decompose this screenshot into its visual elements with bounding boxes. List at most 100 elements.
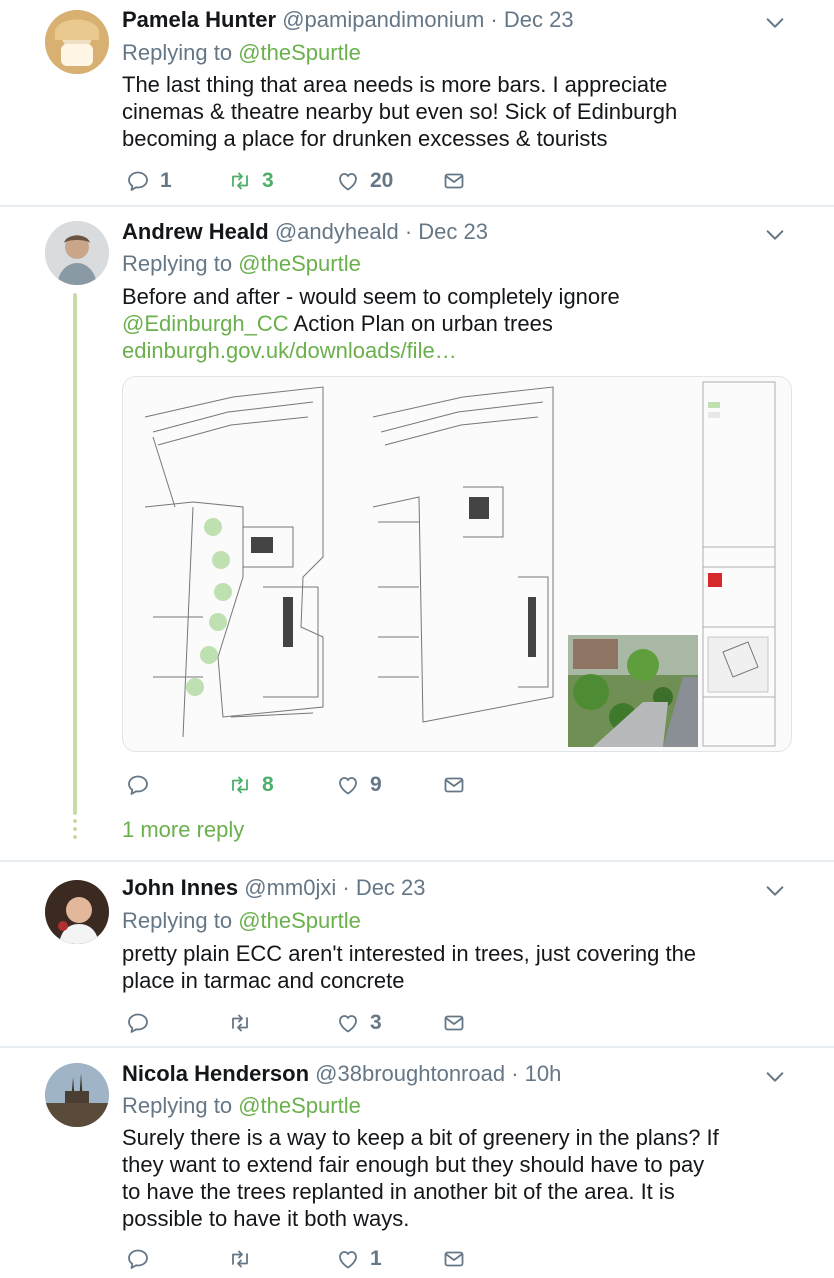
tweet-text: pretty plain ECC aren't interested in tr… xyxy=(122,940,802,994)
reply-button[interactable] xyxy=(126,1244,160,1274)
tweet-text-line: @Edinburgh_CC Action Plan on urban trees xyxy=(122,310,802,337)
chevron-down-icon[interactable] xyxy=(764,880,786,902)
tweet-text: The last thing that area needs is more b… xyxy=(122,71,802,152)
replying-prefix: Replying to xyxy=(122,251,233,276)
tweet-text-line: to have the trees replanted in another b… xyxy=(122,1179,675,1204)
envelope-icon xyxy=(442,169,466,193)
envelope-icon xyxy=(442,773,466,797)
author-handle[interactable]: @andyheald xyxy=(275,219,399,244)
chevron-down-icon[interactable] xyxy=(764,1066,786,1088)
reply-button[interactable] xyxy=(126,1008,160,1038)
tweet-text-line: The last thing that area needs is more b… xyxy=(122,72,668,97)
avatar[interactable] xyxy=(45,10,109,74)
like-button[interactable]: 20 xyxy=(336,166,393,196)
avatar[interactable] xyxy=(45,221,109,285)
tweet-actions: 3 xyxy=(122,1008,522,1038)
tweet-date[interactable]: · 10h xyxy=(511,1061,561,1086)
like-count: 1 xyxy=(370,1247,382,1270)
retweet-button[interactable] xyxy=(228,1244,262,1274)
author-name[interactable]: Nicola Henderson xyxy=(122,1061,309,1086)
author-name[interactable]: John Innes xyxy=(122,875,238,900)
heart-icon xyxy=(336,169,360,193)
like-button[interactable]: 1 xyxy=(336,1244,382,1274)
envelope-icon xyxy=(442,1011,466,1035)
envelope-icon xyxy=(442,1247,466,1271)
dm-button[interactable] xyxy=(442,770,476,800)
retweet-icon xyxy=(228,773,252,797)
tweet-text-line: possible to have it both ways. xyxy=(122,1206,410,1231)
retweet-icon xyxy=(228,169,252,193)
reply-mention-link[interactable]: @theSpurtle xyxy=(238,908,361,933)
retweet-button[interactable] xyxy=(228,1008,262,1038)
tweet-date[interactable]: · Dec 23 xyxy=(405,219,488,244)
like-count: 20 xyxy=(370,169,394,192)
site-plan-image xyxy=(123,377,791,751)
like-count: 3 xyxy=(370,1011,382,1034)
tweet-nicola-henderson[interactable]: Nicola Henderson @38broughtonroad · 10h … xyxy=(0,1048,834,1278)
heart-icon xyxy=(336,1247,360,1271)
reply-mention-link[interactable]: @theSpurtle xyxy=(238,1093,361,1118)
retweet-icon xyxy=(228,1011,252,1035)
tweet-actions: 1 xyxy=(122,1244,522,1274)
tweet-text-line: becoming a place for drunken excesses & … xyxy=(122,126,608,151)
author-handle[interactable]: @pamipandimonium xyxy=(282,7,484,32)
reply-icon xyxy=(126,1247,150,1271)
replying-prefix: Replying to xyxy=(122,908,233,933)
like-button[interactable]: 9 xyxy=(336,770,382,800)
tweet-andrew-heald[interactable]: Andrew Heald @andyheald · Dec 23 Replyin… xyxy=(0,207,834,860)
retweet-button[interactable]: 3 xyxy=(228,166,274,196)
tweet-text-line: Surely there is a way to keep a bit of g… xyxy=(122,1125,719,1150)
like-button[interactable]: 3 xyxy=(336,1008,382,1038)
replying-to: Replying to @theSpurtle xyxy=(122,250,361,278)
tweet-text-line: Before and after - would seem to complet… xyxy=(122,284,620,309)
dm-button[interactable] xyxy=(442,1244,476,1274)
tweet-john-innes[interactable]: John Innes @mm0jxi · Dec 23 Replying to … xyxy=(0,862,834,1046)
reply-icon xyxy=(126,773,150,797)
attached-image[interactable] xyxy=(122,376,792,752)
street-photo xyxy=(568,635,698,747)
reply-icon xyxy=(126,169,150,193)
tweet-text-line: they want to extend fair enough but they… xyxy=(122,1152,705,1177)
tweet-actions: 1 3 20 xyxy=(122,166,522,196)
show-more-replies-link[interactable]: 1 more reply xyxy=(122,817,244,843)
tweet-date[interactable]: · Dec 23 xyxy=(490,7,573,32)
reply-mention-link[interactable]: @theSpurtle xyxy=(238,40,361,65)
replying-prefix: Replying to xyxy=(122,1093,233,1118)
tweet-text: Surely there is a way to keep a bit of g… xyxy=(122,1124,802,1232)
dm-button[interactable] xyxy=(442,166,476,196)
reply-count: 1 xyxy=(160,169,172,192)
reply-button[interactable]: 1 xyxy=(126,166,172,196)
author-name[interactable]: Pamela Hunter xyxy=(122,7,276,32)
mention-link[interactable]: @Edinburgh_CC xyxy=(122,311,289,336)
tweet-date[interactable]: · Dec 23 xyxy=(342,875,425,900)
retweet-count: 8 xyxy=(262,773,274,796)
retweet-button[interactable]: 8 xyxy=(228,770,274,800)
reply-button[interactable] xyxy=(126,770,160,800)
tweet-text-fragment: Action Plan on urban trees xyxy=(288,311,553,336)
avatar[interactable] xyxy=(45,1063,109,1127)
avatar[interactable] xyxy=(45,880,109,944)
author-handle[interactable]: @mm0jxi xyxy=(244,875,336,900)
chevron-down-icon[interactable] xyxy=(764,224,786,246)
tweet-text-line: pretty plain ECC aren't interested in tr… xyxy=(122,941,697,966)
tweet-pamela-hunter[interactable]: Pamela Hunter @pamipandimonium · Dec 23 … xyxy=(0,0,834,205)
replying-to: Replying to @theSpurtle xyxy=(122,907,361,935)
replying-prefix: Replying to xyxy=(122,40,233,65)
tweet-text: Before and after - would seem to complet… xyxy=(122,283,802,364)
author-name[interactable]: Andrew Heald xyxy=(122,219,269,244)
heart-icon xyxy=(336,1011,360,1035)
retweet-count: 3 xyxy=(262,169,274,192)
reply-icon xyxy=(126,1011,150,1035)
heart-icon xyxy=(336,773,360,797)
retweet-icon xyxy=(228,1247,252,1271)
chevron-down-icon[interactable] xyxy=(764,12,786,34)
tweet-actions: 8 9 xyxy=(122,770,522,800)
tweet-text-line: cinemas & theatre nearby but even so! Si… xyxy=(122,99,678,124)
reply-mention-link[interactable]: @theSpurtle xyxy=(238,251,361,276)
replying-to: Replying to @theSpurtle xyxy=(122,1092,361,1120)
thread-dots xyxy=(73,819,77,843)
like-count: 9 xyxy=(370,773,382,796)
author-handle[interactable]: @38broughtonroad xyxy=(315,1061,505,1086)
url-link[interactable]: edinburgh.gov.uk/downloads/file… xyxy=(122,337,802,364)
dm-button[interactable] xyxy=(442,1008,476,1038)
